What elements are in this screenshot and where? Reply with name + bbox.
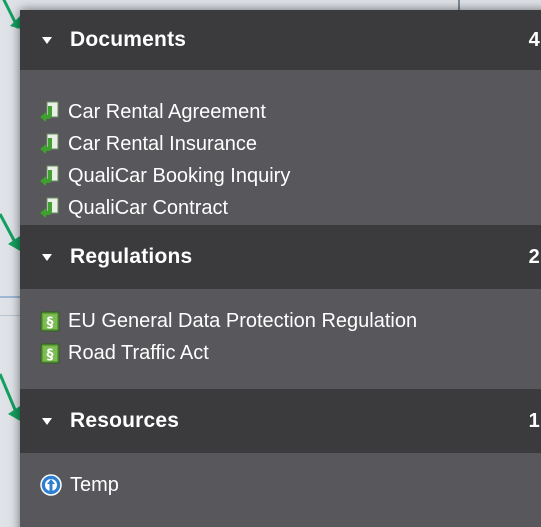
regulations-section: Regulations 2 § EU General Data Protecti… (20, 225, 541, 389)
section-count: 4 (528, 28, 540, 51)
caret-down-icon[interactable] (42, 36, 52, 44)
caret-down-icon[interactable] (42, 253, 52, 261)
resource-globe-icon (40, 474, 62, 496)
list-item[interactable]: § EU General Data Protection Regulation (40, 305, 541, 337)
list-item-label: Temp (70, 473, 119, 496)
section-sign-icon: § (40, 343, 60, 364)
section-count: 1 (528, 409, 540, 432)
resources-list: Temp (20, 453, 541, 527)
regulations-list: § EU General Data Protection Regulation … (20, 289, 541, 389)
caret-down-icon[interactable] (42, 417, 52, 425)
list-item[interactable]: Temp (40, 469, 541, 501)
document-arrow-icon (40, 197, 59, 218)
canvas-edge (0, 296, 22, 298)
svg-text:§: § (47, 347, 54, 363)
list-item-label: QualiCar Booking Inquiry (68, 164, 291, 187)
document-arrow-icon (40, 165, 59, 186)
section-sign-icon: § (40, 311, 60, 332)
list-item[interactable]: § Road Traffic Act (40, 337, 541, 369)
resources-header[interactable]: Resources 1 (20, 389, 541, 453)
list-item-label: Car Rental Insurance (68, 132, 257, 155)
list-item[interactable]: QualiCar Contract (40, 192, 541, 224)
regulations-header[interactable]: Regulations 2 (20, 225, 541, 289)
list-item[interactable]: QualiCar Booking Inquiry (40, 160, 541, 192)
section-title: Regulations (70, 245, 193, 268)
section-count: 2 (528, 245, 540, 268)
document-arrow-icon (40, 101, 59, 122)
list-item[interactable]: Car Rental Insurance (40, 128, 541, 160)
documents-section: Documents 4 Car Rental Agreement Car Ren… (20, 10, 541, 225)
list-item-label: Car Rental Agreement (68, 100, 266, 123)
list-item-label: QualiCar Contract (68, 196, 229, 219)
svg-text:§: § (47, 315, 54, 331)
canvas: Documents 4 Car Rental Agreement Car Ren… (0, 0, 541, 527)
canvas-edge (0, 315, 22, 316)
list-item[interactable]: Car Rental Agreement (40, 96, 541, 128)
document-arrow-icon (40, 133, 59, 154)
list-item-label: Road Traffic Act (68, 341, 209, 364)
documents-list: Car Rental Agreement Car Rental Insuranc… (20, 70, 541, 225)
section-title: Resources (70, 409, 180, 432)
documents-header[interactable]: Documents 4 (20, 10, 541, 70)
list-item-label: EU General Data Protection Regulation (68, 309, 418, 332)
resources-panel: Documents 4 Car Rental Agreement Car Ren… (20, 10, 541, 527)
resources-section: Resources 1 Temp (20, 389, 541, 527)
section-title: Documents (70, 28, 187, 51)
